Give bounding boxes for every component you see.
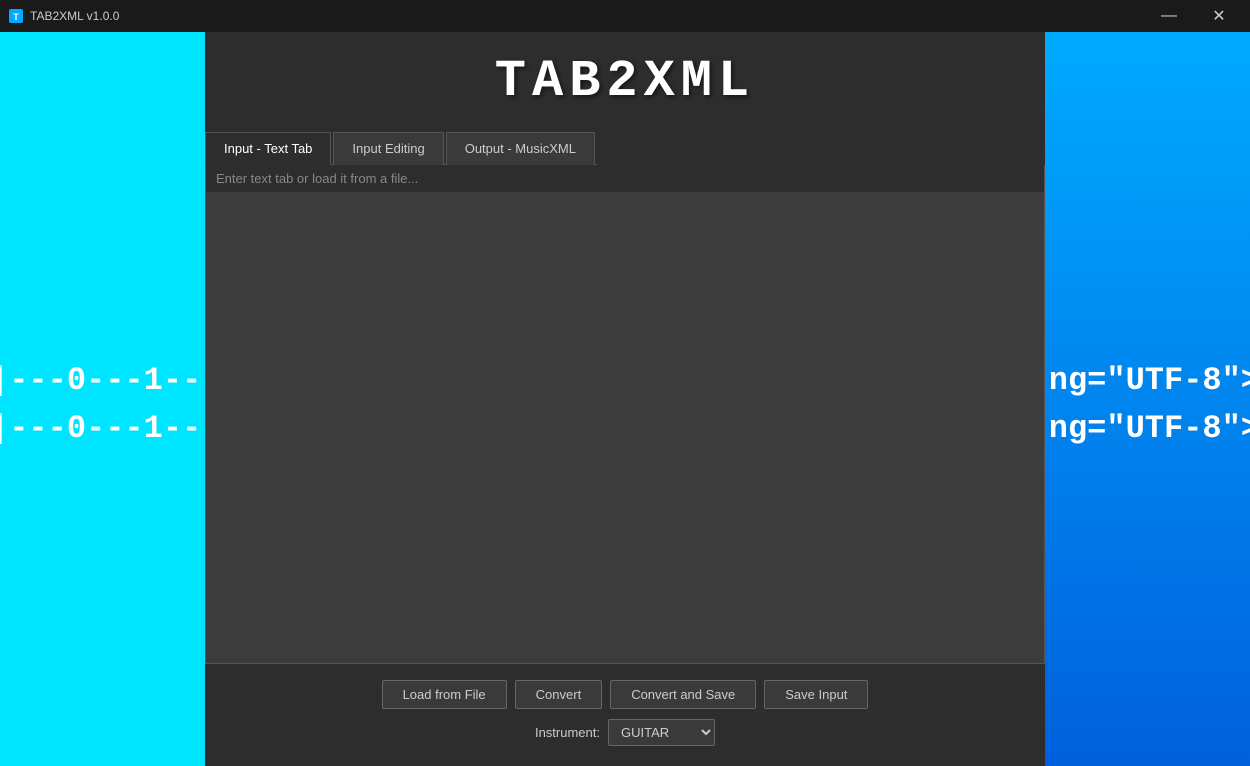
right-panel: ng="UTF-8"> ng="UTF-8">: [1045, 32, 1250, 766]
convert-button[interactable]: Convert: [515, 680, 603, 709]
minimize-button[interactable]: —: [1146, 0, 1192, 32]
app-title-bar-label: TAB2XML v1.0.0: [30, 9, 119, 23]
main-content: TAB2XML Input - Text Tab Input Editing O…: [205, 32, 1045, 766]
left-panel-text-1: |---0---1--: [0, 362, 201, 399]
editor-textarea[interactable]: [205, 192, 1045, 664]
instrument-select[interactable]: GUITAR BASS UKULELE MANDOLIN: [608, 719, 715, 746]
action-button-row: Load from File Convert Convert and Save …: [382, 680, 869, 709]
right-panel-text-1: ng="UTF-8">: [1049, 362, 1250, 399]
title-bar-left: T TAB2XML v1.0.0: [8, 8, 119, 24]
tab-input-text[interactable]: Input - Text Tab: [205, 132, 331, 165]
button-area: Load from File Convert Convert and Save …: [382, 664, 869, 766]
editor-container: Enter text tab or load it from a file...: [205, 165, 1045, 664]
title-bar-controls: — ✕: [1146, 0, 1242, 32]
instrument-row: Instrument: GUITAR BASS UKULELE MANDOLIN: [535, 719, 715, 746]
editor-placeholder-text: Enter text tab or load it from a file...: [205, 165, 1045, 192]
left-panel-text-2: |---0---1--: [0, 410, 201, 447]
tabs-container: Input - Text Tab Input Editing Output - …: [205, 131, 597, 165]
app-icon: T: [8, 8, 24, 24]
load-from-file-button[interactable]: Load from File: [382, 680, 507, 709]
tab-output-musicxml[interactable]: Output - MusicXML: [446, 132, 595, 165]
right-panel-text-2: ng="UTF-8">: [1049, 410, 1250, 447]
save-input-button[interactable]: Save Input: [764, 680, 868, 709]
convert-and-save-button[interactable]: Convert and Save: [610, 680, 756, 709]
close-button[interactable]: ✕: [1196, 0, 1242, 32]
instrument-label: Instrument:: [535, 725, 600, 740]
svg-text:T: T: [13, 12, 19, 22]
app-main-title: TAB2XML: [495, 52, 755, 111]
title-bar: T TAB2XML v1.0.0 — ✕: [0, 0, 1250, 32]
tab-input-editing[interactable]: Input Editing: [333, 132, 443, 165]
left-panel: |---0---1-- |---0---1--: [0, 32, 205, 766]
